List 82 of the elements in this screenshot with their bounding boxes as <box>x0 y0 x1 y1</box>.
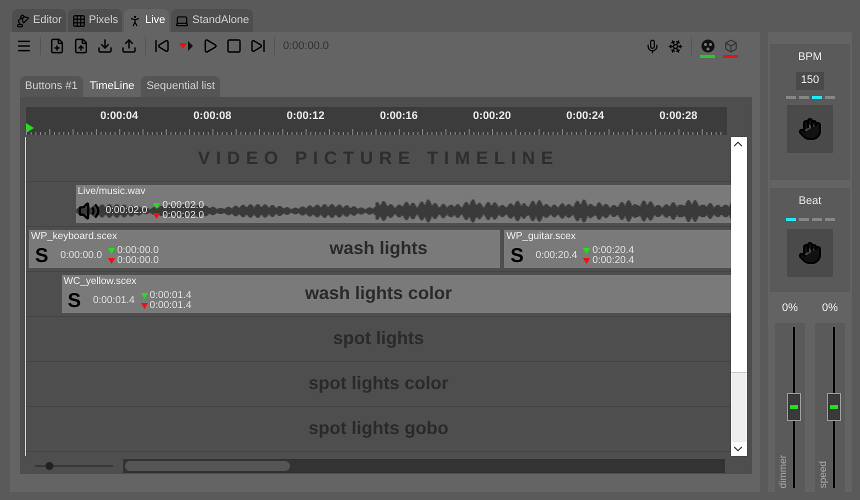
clip-name: WP_guitar.scex <box>506 230 576 243</box>
download-icon[interactable] <box>97 38 113 54</box>
plug-icon[interactable] <box>700 38 714 52</box>
fade-in-time: 0:00:02.0 <box>162 200 204 211</box>
vertical-scrollbar[interactable] <box>731 136 747 456</box>
bpm-field[interactable]: 150 <box>796 72 824 90</box>
upload-icon[interactable] <box>121 38 137 54</box>
time-ruler[interactable]: 0:00:04 0:00:08 0:00:12 0:00:16 0:00:20 0:00:24 0:00:28 <box>26 107 727 135</box>
scene-clip[interactable]: WP_guitar.scex S 0:00:20.4 0:00:20.4 0:00:20.4 <box>503 228 731 269</box>
scene-mark: S <box>68 290 81 312</box>
fader-label: speed <box>817 460 830 488</box>
tab[interactable]: Sequential list <box>141 76 220 97</box>
tab[interactable]: Editor <box>12 9 66 32</box>
fader-reading: 0% <box>822 301 838 316</box>
clip-start-time: 0:00:20.4 <box>536 249 578 264</box>
panel-title: Beat <box>798 194 822 209</box>
tab[interactable]: Buttons #1 <box>20 76 83 97</box>
horizontal-scrollbar[interactable] <box>123 459 725 474</box>
clip-start-time: 0:00:00.0 <box>60 249 102 264</box>
fade-out-time: 0:00:00.0 <box>117 256 159 266</box>
play-marker-icon[interactable] <box>178 40 194 52</box>
zoom-slider[interactable] <box>33 460 115 472</box>
tap-button[interactable] <box>787 228 833 276</box>
clip-start-time: 0:00:02.0 <box>106 204 148 218</box>
hand-icon <box>798 116 822 140</box>
tab[interactable]: Pixels <box>68 9 122 32</box>
scroll-thumb[interactable] <box>731 372 747 442</box>
pixels-tab-icon <box>72 14 86 28</box>
ruler-label: 0:00:12 <box>286 109 325 124</box>
ruler-label: 0:00:28 <box>659 109 698 124</box>
ruler-label: 0:00:20 <box>473 109 511 124</box>
fader-handle[interactable] <box>827 393 841 422</box>
panel-title: BPM <box>798 50 822 65</box>
track-label: wash lights color <box>304 282 452 306</box>
fade-out-time: 0:00:01.4 <box>150 300 192 311</box>
fade-out-time: 0:00:20.4 <box>592 256 634 266</box>
fade-in-icon <box>140 292 148 299</box>
menu-icon[interactable] <box>16 38 32 54</box>
fader-handle[interactable] <box>787 393 801 422</box>
clip-name: WP_keyboard.scex <box>31 230 118 243</box>
fade-out-icon <box>583 258 590 264</box>
fade-in-time: 0:00:20.4 <box>592 246 634 256</box>
audio-clip[interactable]: Live/music.wav 0:00:02.0 0:00:02.0 0:00:02.0 <box>74 184 731 224</box>
fade-out-icon <box>153 212 160 219</box>
tap-button[interactable] <box>787 104 833 152</box>
ruler-label: 0:00:04 <box>100 109 138 124</box>
skip-forward-icon[interactable] <box>250 38 266 54</box>
stop-icon[interactable] <box>226 38 242 54</box>
skip-back-icon[interactable] <box>154 38 170 54</box>
fade-in-icon <box>108 248 116 254</box>
fade-in-icon <box>153 202 160 209</box>
tab[interactable]: StandAlone <box>171 9 254 32</box>
playhead-marker-icon <box>26 122 34 133</box>
fade-out-icon <box>108 258 116 264</box>
scene-mark: S <box>35 244 48 267</box>
editor-tab-icon <box>16 14 30 28</box>
play-icon[interactable] <box>202 38 218 54</box>
snowflake-icon[interactable] <box>668 38 683 54</box>
clip-name: WC_yellow.scex <box>64 274 136 288</box>
tab[interactable]: Live <box>124 9 170 32</box>
fader-label: dimmer <box>777 454 790 488</box>
slider-thumb[interactable] <box>46 462 54 470</box>
clip-name: Live/music.wav <box>78 184 146 198</box>
fade-in-icon <box>583 248 590 254</box>
microphone-icon[interactable] <box>645 38 660 54</box>
fade-out-icon <box>140 302 148 309</box>
new-file-icon[interactable] <box>49 38 65 54</box>
track-label: wash lights <box>329 237 428 260</box>
cube-icon[interactable] <box>724 38 738 52</box>
ruler-label: 0:00:08 <box>193 109 232 124</box>
speaker-icon <box>78 200 100 222</box>
fade-in-time: 0:00:01.4 <box>150 290 192 301</box>
fade-in-time: 0:00:00.0 <box>117 246 159 256</box>
fader-reading: 0% <box>782 301 798 316</box>
ruler-label: 0:00:16 <box>380 109 418 124</box>
fade-out-time: 0:00:02.0 <box>162 210 204 221</box>
open-file-icon[interactable] <box>73 38 89 54</box>
ruler-label: 0:00:24 <box>566 109 604 124</box>
hand-icon <box>798 240 822 264</box>
scene-mark: S <box>510 244 524 267</box>
clip-start-time: 0:00:01.4 <box>92 294 135 308</box>
standalone-tab-icon <box>175 14 190 28</box>
